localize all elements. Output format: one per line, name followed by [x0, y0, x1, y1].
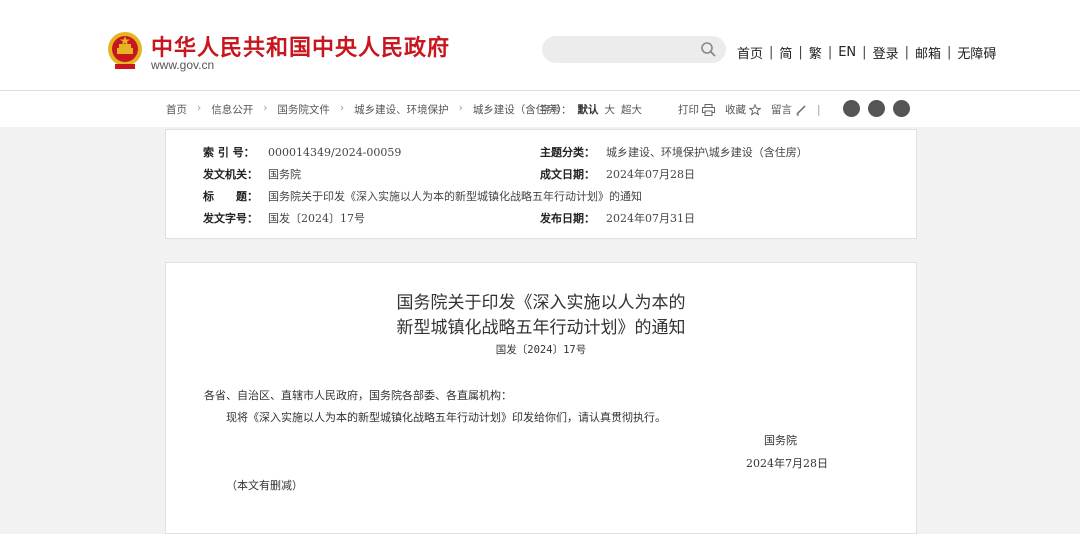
published-row: 发布日期： 2024年07月31日 [540, 210, 695, 226]
created-row: 成文日期： 2024年07月28日 [540, 166, 695, 182]
breadcrumb-home[interactable]: 首页 [166, 102, 187, 117]
nav-divider: | [946, 45, 952, 60]
breadcrumb: 首页 › 信息公开 › 国务院文件 › 城乡建设、环境保护 › 城乡建设（含住房） [166, 102, 567, 117]
document-body: 国务院关于印发《深入实施以人为本的 新型城镇化战略五年行动计划》的通知 国发〔2… [165, 262, 917, 534]
nav-divider: | [769, 45, 774, 60]
index-row: 索 引 号： 000014349/2024-00059 [203, 144, 401, 160]
issuer-label: 发文机关： [203, 168, 258, 181]
document-metadata: 索 引 号： 000014349/2024-00059 主题分类： 城乡建设、环境保… [165, 129, 917, 239]
pencil-icon [796, 104, 806, 115]
search-icon[interactable] [700, 41, 716, 57]
breadcrumb-separator: › [263, 102, 268, 114]
docno-label: 发文字号： [203, 212, 258, 225]
index-value: 000014349/2024-00059 [268, 146, 402, 159]
print-label: 打印 [678, 104, 699, 116]
document-title-line1: 国务院关于印发《深入实施以人为本的 [396, 293, 686, 313]
favorite-label: 收藏 [725, 104, 746, 116]
document-date: 2024年7月28日 [746, 457, 828, 470]
top-nav: 首页 | 简 | 繁 | EN | 登录 | 邮箱 | 无障碍 [737, 43, 996, 62]
nav-traditional[interactable]: 繁 [809, 43, 822, 62]
share-buttons [843, 100, 918, 117]
nav-divider: | [798, 45, 803, 60]
document-number: 国发〔2024〕17号 [495, 344, 587, 356]
star-icon [749, 103, 761, 116]
category-value: 城乡建设、环境保护\城乡建设（含住房） [606, 146, 808, 159]
comment-button[interactable]: 留言 [771, 102, 807, 117]
created-label: 成文日期： [540, 168, 595, 181]
created-value: 2024年07月28日 [606, 168, 695, 181]
breadcrumb-urban-env[interactable]: 城乡建设、环境保护 [354, 102, 449, 117]
nav-divider: | [904, 45, 909, 60]
national-emblem-icon[interactable] [106, 30, 144, 70]
nav-mail[interactable]: 邮箱 [915, 43, 941, 62]
document-note: （本文有删减） [226, 479, 303, 492]
published-label: 发布日期： [540, 212, 595, 225]
document-signer: 国务院 [764, 434, 797, 447]
nav-divider: | [827, 45, 833, 60]
breadcrumb-info-public[interactable]: 信息公开 [211, 102, 253, 117]
breadcrumb-state-council-docs[interactable]: 国务院文件 [277, 102, 330, 117]
breadcrumb-separator: › [339, 102, 345, 114]
weibo-icon[interactable] [843, 100, 860, 117]
nav-english[interactable]: EN [838, 45, 856, 60]
font-size-label: 字号： [540, 104, 572, 116]
issuer-value: 国务院 [268, 168, 301, 181]
site-url[interactable]: www.gov.cn [151, 58, 214, 72]
print-button[interactable]: 打印 [678, 102, 715, 117]
font-size-switcher: 字号： 默认大超大 [540, 102, 648, 117]
document-addressee: 各省、自治区、直辖市人民政府，国务院各部委、各直属机构： [204, 389, 512, 402]
docno-value: 国发〔2024〕17号 [268, 212, 365, 225]
nav-simplified[interactable]: 简 [779, 43, 792, 62]
category-label: 主题分类： [540, 146, 595, 159]
font-size-large[interactable]: 大 [605, 104, 616, 116]
breadcrumb-separator: › [458, 102, 463, 114]
breadcrumb-bar: 首页 › 信息公开 › 国务院文件 › 城乡建设、环境保护 › 城乡建设（含住房） 字号… [0, 91, 1080, 127]
font-size-xlarge[interactable]: 超大 [621, 104, 642, 116]
title-row: 标 题： 国务院关于印发《深入实施以人为本的新型城镇化战略五年行动计划》的通知 [203, 188, 642, 204]
document-paragraph: 现将《深入实施以人为本的新型城镇化战略五年行动计划》印发给你们，请认真贯彻执行。 [226, 411, 666, 424]
category-row: 主题分类： 城乡建设、环境保护\城乡建设（含住房） [540, 144, 808, 160]
document-title-line2: 新型城镇化战略五年行动计划》的通知 [396, 318, 686, 338]
index-label: 索 引 号： [203, 146, 255, 159]
issuer-row: 发文机关： 国务院 [203, 166, 301, 182]
print-icon [702, 103, 715, 116]
search-input[interactable] [542, 36, 716, 63]
nav-divider: | [862, 45, 867, 60]
breadcrumb-separator: › [197, 102, 202, 114]
nav-home[interactable]: 首页 [737, 43, 763, 62]
comment-label: 留言 [771, 104, 792, 116]
page-tools: 打印 收藏 留言 | [678, 102, 821, 117]
title-value: 国务院关于印发《深入实施以人为本的新型城镇化战略五年行动计划》的通知 [268, 190, 642, 203]
tools-divider: | [817, 103, 821, 116]
search-box [542, 36, 726, 63]
site-header: 中华人民共和国中央人民政府 www.gov.cn 首页 | 简 | 繁 | EN | 登… [0, 0, 1080, 91]
document-title: 国务院关于印发《深入实施以人为本的 新型城镇化战略五年行动计划》的通知 [166, 291, 916, 341]
docno-row: 发文字号： 国发〔2024〕17号 [203, 210, 365, 226]
font-size-default[interactable]: 默认 [578, 104, 599, 116]
published-value: 2024年07月31日 [606, 212, 695, 225]
nav-login[interactable]: 登录 [873, 43, 899, 62]
wechat-icon[interactable] [868, 100, 885, 117]
favorite-button[interactable]: 收藏 [725, 102, 761, 117]
nav-accessibility[interactable]: 无障碍 [957, 43, 996, 62]
title-label: 标 题： [203, 190, 258, 203]
qzone-icon[interactable] [893, 100, 910, 117]
